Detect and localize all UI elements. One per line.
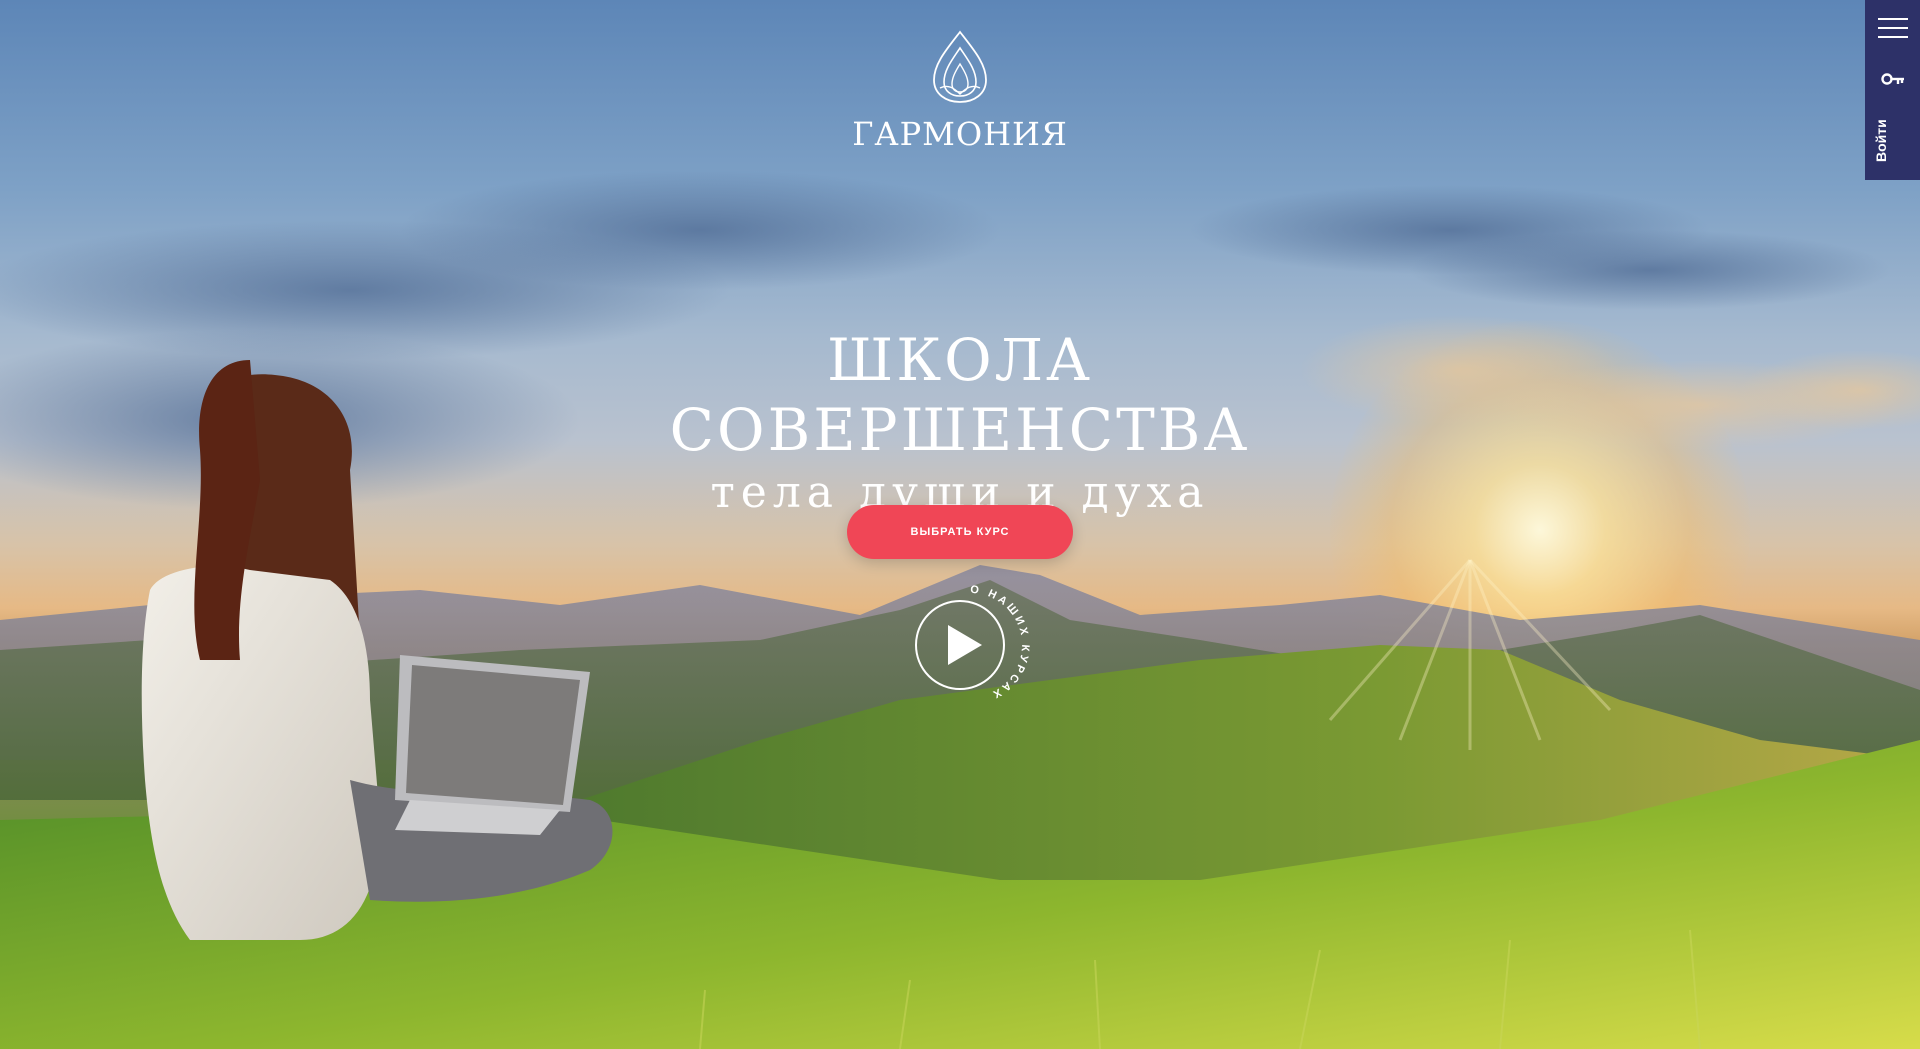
hamburger-line [1878, 27, 1908, 29]
login-button[interactable]: Войти [1866, 62, 1920, 180]
brand-name: ГАРМОНИЯ [852, 115, 1068, 153]
about-courses-label: О НАШИХ КУРСАХ [970, 584, 1032, 702]
key-icon [1881, 73, 1904, 85]
hero-section: ГАРМОНИЯ ШКОЛА СОВЕРШЕНСТВА тела души и … [0, 0, 1920, 1049]
hamburger-menu-button[interactable] [1866, 0, 1920, 55]
lotus-drop-icon [933, 30, 987, 103]
about-courses-video-button[interactable]: О НАШИХ КУРСАХ [900, 575, 1040, 715]
play-icon [948, 625, 982, 665]
hamburger-menu-icon [1878, 18, 1908, 20]
hero-headline: ШКОЛА СОВЕРШЕНСТВА тела души и духа [560, 325, 1360, 521]
choose-course-button[interactable]: ВЫБРАТЬ КУРС [847, 505, 1073, 559]
brand-logo[interactable]: ГАРМОНИЯ [820, 28, 1100, 153]
hero-title: ШКОЛА СОВЕРШЕНСТВА [669, 326, 1251, 464]
login-label: Войти [1873, 119, 1889, 162]
hamburger-line [1878, 36, 1908, 38]
